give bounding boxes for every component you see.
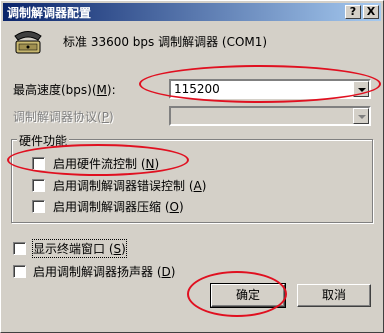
chevron-down-icon[interactable] [353, 81, 369, 97]
hw-flow-control-label[interactable]: 启用硬件流控制 (N) [53, 155, 159, 172]
terminal-window-label[interactable]: 显示终端窗口 (S) [32, 239, 127, 258]
max-speed-value: 115200 [174, 82, 220, 96]
max-speed-select[interactable]: 115200 [169, 79, 371, 99]
error-control-label[interactable]: 启用调制解调器错误控制 (A) [53, 177, 206, 194]
chevron-down-icon[interactable] [353, 108, 369, 124]
hardware-group-title: 硬件功能 [17, 132, 70, 149]
window-title: 调制解调器配置 [7, 6, 92, 20]
terminal-window-checkbox[interactable] [13, 242, 26, 255]
modem-config-dialog: 调制解调器配置 ? X 标准 33600 bps 调制解调器 (COM1) 最高… [0, 0, 384, 333]
title-bar[interactable]: 调制解调器配置 ? X [3, 3, 381, 21]
compression-label[interactable]: 启用调制解调器压缩 (O) [53, 198, 184, 215]
modem-name: 标准 33600 bps 调制解调器 (COM1) [63, 35, 268, 49]
ok-button[interactable]: 确定 [210, 283, 286, 308]
compression-checkbox[interactable] [32, 200, 45, 213]
protocol-label: 调制解调器协议(P) [13, 110, 114, 124]
speaker-checkbox[interactable] [13, 265, 26, 278]
cancel-button[interactable]: 取消 [297, 284, 371, 307]
speaker-label[interactable]: 启用调制解调器扬声器 (D) [33, 263, 175, 280]
error-control-checkbox[interactable] [32, 179, 45, 192]
hw-flow-control-checkbox[interactable] [32, 157, 45, 170]
modem-phone-icon [14, 31, 42, 54]
close-button[interactable]: X [363, 5, 379, 19]
help-button[interactable]: ? [345, 5, 361, 19]
max-speed-label: 最高速度(bps)(M): [13, 83, 116, 97]
protocol-select[interactable] [169, 106, 371, 126]
